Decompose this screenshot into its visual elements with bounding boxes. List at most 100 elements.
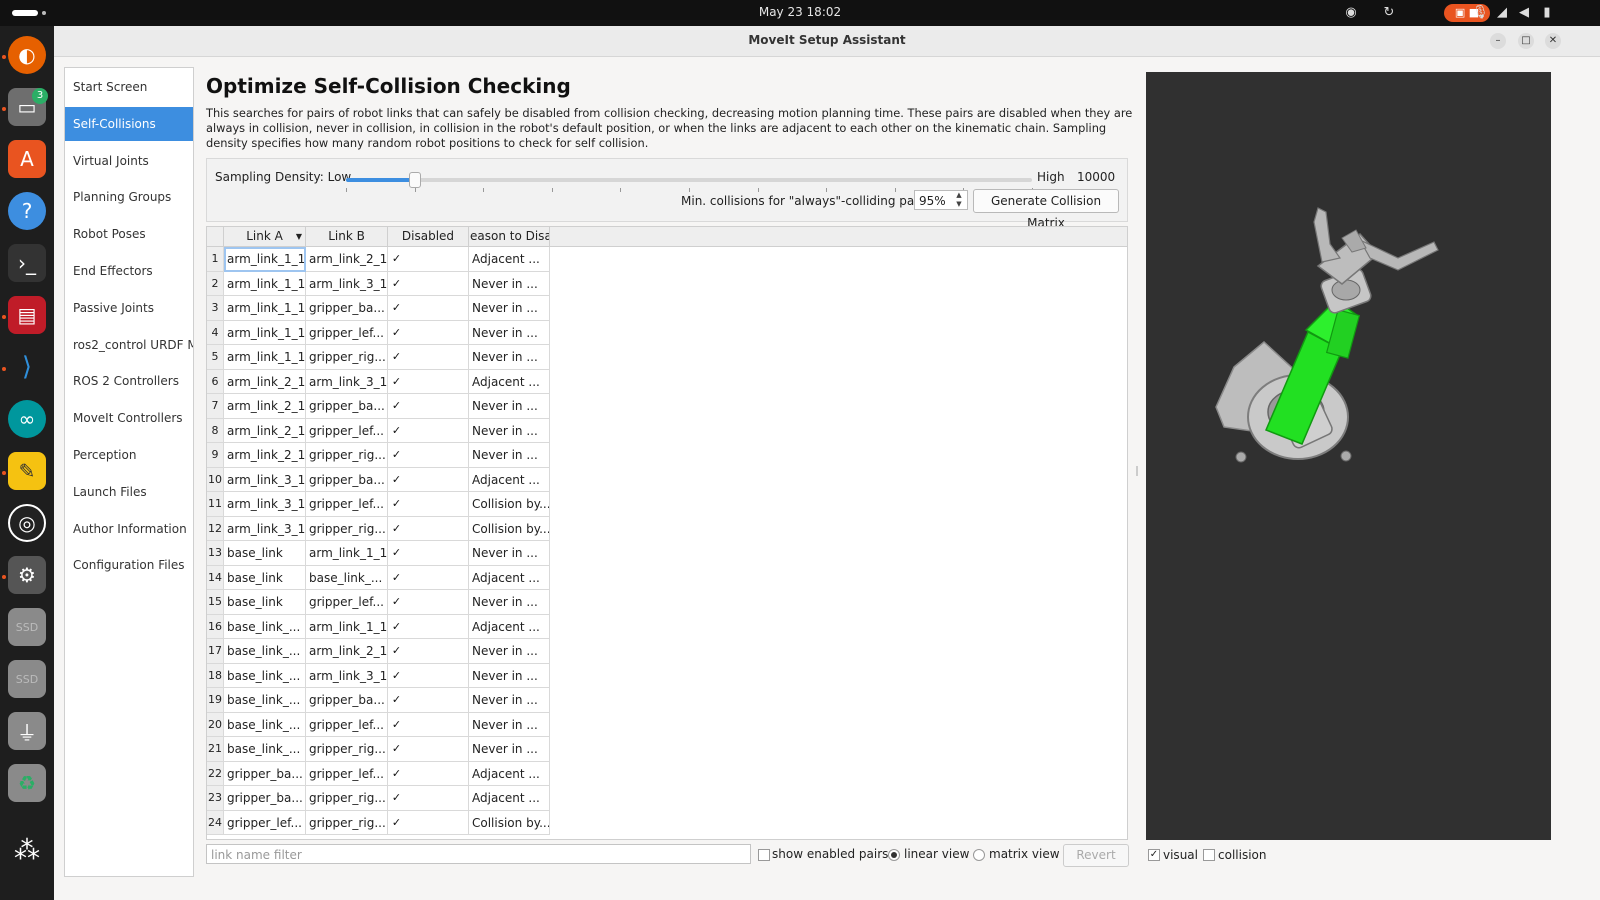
reason-cell[interactable]: Adjacent ... [469,369,550,394]
link-a-cell[interactable]: base_link [224,590,306,615]
table-row[interactable]: 21 base_link_... gripper_rig... ✓ Never in .… [207,737,550,762]
table-row[interactable]: 13 base_link arm_link_1_1 ✓ Never in ... [207,541,550,566]
reason-cell[interactable]: Adjacent ... [469,467,550,492]
table-row[interactable]: 23 gripper_ba... gripper_rig... ✓ Adjacent .… [207,786,550,811]
table-row[interactable]: 6 arm_link_2_1 arm_link_3_1 ✓ Adjacent ... [207,369,550,394]
link-a-cell[interactable]: base_link_... [224,737,306,762]
app-center-icon[interactable]: A [8,140,46,178]
disabled-checkbox[interactable]: ✓ [391,351,402,362]
table-row[interactable]: 20 base_link_... gripper_lef... ✓ Never in .… [207,712,550,737]
link-a-cell[interactable]: gripper_ba... [224,786,306,811]
link-b-cell[interactable]: arm_link_3_1 [306,663,388,688]
table-row[interactable]: 17 base_link_... arm_link_2_1 ✓ Never in ... [207,639,550,664]
table-row[interactable]: 7 arm_link_2_1 gripper_ba... ✓ Never in ... [207,394,550,419]
mic-muted-icon[interactable]: 🎙 [1472,4,1489,22]
generate-collision-matrix-button[interactable]: Generate Collision Matrix [973,189,1119,230]
link-a-cell[interactable]: base_link_... [224,639,306,664]
title-bar[interactable]: MoveIt Setup Assistant – □ ✕ [54,26,1600,57]
disabled-checkbox[interactable]: ✓ [391,817,402,828]
table-row[interactable]: 5 arm_link_1_1 gripper_rig... ✓ Never in ... [207,345,550,370]
link-a-cell[interactable]: base_link_... [224,688,306,713]
reason-cell[interactable]: Adjacent ... [469,786,550,811]
disabled-checkbox[interactable]: ✓ [391,400,402,411]
link-b-cell[interactable]: gripper_rig... [306,516,388,541]
link-b-cell[interactable]: gripper_ba... [306,688,388,713]
visual-checkbox[interactable]: ✓ [1148,849,1160,861]
link-b-cell[interactable]: arm_link_2_1 [306,247,388,272]
obs-icon[interactable]: ◎ [8,504,46,542]
link-b-cell[interactable]: gripper_lef... [306,418,388,443]
link-name-filter-input[interactable]: link name filter [206,844,751,864]
table-row[interactable]: 1 arm_link_1_1 arm_link_2_1 ✓ Adjacent ... [207,247,550,272]
arduino-icon[interactable]: ∞ [8,400,46,438]
disabled-checkbox[interactable]: ✓ [391,621,402,632]
reason-cell[interactable]: Collision by... [469,810,550,835]
link-a-cell[interactable]: arm_link_1_1 [224,296,306,321]
link-a-cell[interactable]: arm_link_1_1 [224,345,306,370]
column-header-disabled[interactable]: Disabled [388,227,469,246]
reason-cell[interactable]: Never in ... [469,394,550,419]
disabled-checkbox[interactable]: ✓ [391,327,402,338]
nav-item-author-information[interactable]: Author Information [65,512,193,546]
reason-cell[interactable]: Never in ... [469,639,550,664]
link-a-cell[interactable]: arm_link_1_1 [224,271,306,296]
disabled-checkbox[interactable]: ✓ [391,253,402,264]
table-row[interactable]: 8 arm_link_2_1 gripper_lef... ✓ Never in ... [207,418,550,443]
disabled-cell[interactable]: ✓ [388,418,469,443]
link-b-cell[interactable]: gripper_lef... [306,492,388,517]
nav-item-start-screen[interactable]: Start Screen [65,70,193,104]
disabled-cell[interactable]: ✓ [388,712,469,737]
disabled-cell[interactable]: ✓ [388,810,469,835]
table-row[interactable]: 14 base_link base_link_... ✓ Adjacent ... [207,565,550,590]
density-slider[interactable] [346,178,1032,182]
disabled-checkbox[interactable]: ✓ [391,523,402,534]
table-row[interactable]: 9 arm_link_2_1 gripper_rig... ✓ Never in ... [207,443,550,468]
nav-item-planning-groups[interactable]: Planning Groups [65,180,193,214]
link-a-cell[interactable]: base_link [224,541,306,566]
help-icon[interactable]: ? [8,192,46,230]
reason-cell[interactable]: Adjacent ... [469,761,550,786]
link-a-cell[interactable]: base_link_... [224,712,306,737]
column-header-link-b[interactable]: Link B [306,227,388,246]
disabled-cell[interactable]: ✓ [388,663,469,688]
reason-cell[interactable]: Adjacent ... [469,614,550,639]
link-b-cell[interactable]: gripper_ba... [306,296,388,321]
link-a-cell[interactable]: base_link_... [224,663,306,688]
density-slider-handle[interactable] [408,172,421,188]
reason-cell[interactable]: Never in ... [469,443,550,468]
revert-button[interactable]: Revert [1063,844,1129,867]
nav-item-moveit-controllers[interactable]: MoveIt Controllers [65,401,193,435]
disabled-cell[interactable]: ✓ [388,688,469,713]
reason-cell[interactable]: Never in ... [469,688,550,713]
reason-cell[interactable]: Never in ... [469,590,550,615]
disabled-checkbox[interactable]: ✓ [391,278,402,289]
disabled-cell[interactable]: ✓ [388,320,469,345]
link-b-cell[interactable]: gripper_rig... [306,786,388,811]
disabled-checkbox[interactable]: ✓ [391,572,402,583]
disabled-checkbox[interactable]: ✓ [391,498,402,509]
clock[interactable]: May 23 18:02 [0,5,1600,19]
link-a-cell[interactable]: arm_link_2_1 [224,418,306,443]
nav-item-ros2-control-urdf-mod[interactable]: ros2_control URDF Mod [65,328,193,362]
nav-item-passive-joints[interactable]: Passive Joints [65,291,193,325]
disabled-cell[interactable]: ✓ [388,590,469,615]
linear-view-radio[interactable] [888,849,900,861]
link-a-cell[interactable]: base_link_... [224,614,306,639]
wifi-icon[interactable]: ◢ [1494,4,1510,22]
reason-cell[interactable]: Adjacent ... [469,247,550,272]
disabled-checkbox[interactable]: ✓ [391,449,402,460]
reason-cell[interactable]: Adjacent ... [469,565,550,590]
reason-cell[interactable]: Collision by... [469,516,550,541]
disabled-cell[interactable]: ✓ [388,394,469,419]
disabled-checkbox[interactable]: ✓ [391,376,402,387]
nav-item-configuration-files[interactable]: Configuration Files [65,548,193,582]
link-a-cell[interactable]: arm_link_1_1 [224,320,306,345]
disabled-cell[interactable]: ✓ [388,467,469,492]
reason-cell[interactable]: Never in ... [469,712,550,737]
disabled-checkbox[interactable]: ✓ [391,596,402,607]
link-a-cell[interactable]: base_link [224,565,306,590]
disabled-cell[interactable]: ✓ [388,541,469,566]
link-b-cell[interactable]: arm_link_2_1 [306,639,388,664]
table-row[interactable]: 24 gripper_lef... gripper_rig... ✓ Collision… [207,810,550,835]
disabled-cell[interactable]: ✓ [388,761,469,786]
